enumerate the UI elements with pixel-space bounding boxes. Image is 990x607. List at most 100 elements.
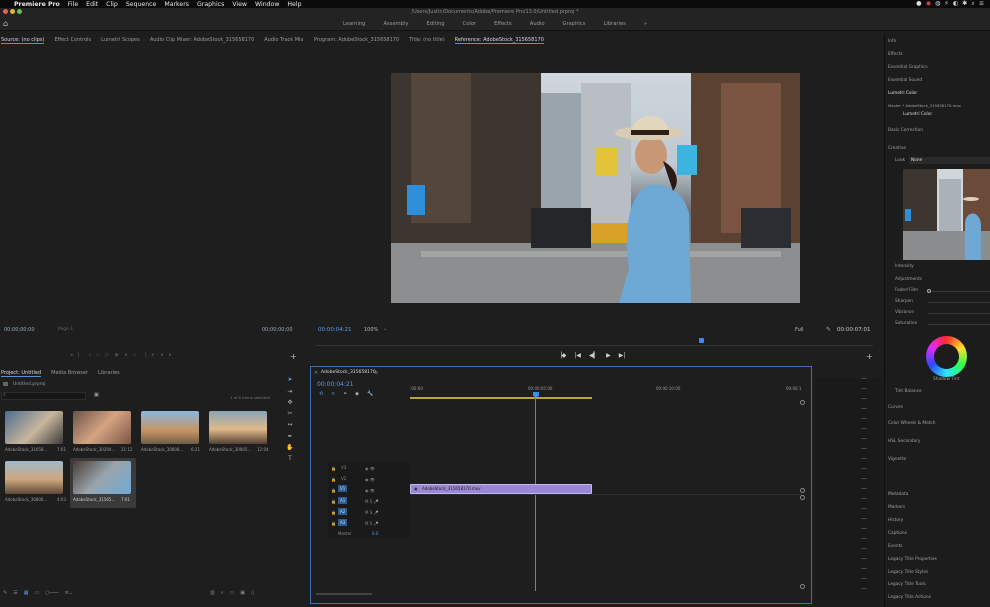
tab-effect-controls[interactable]: Effect Controls	[54, 37, 91, 44]
section-hsl-secondary[interactable]: HSL Secondary	[888, 439, 920, 444]
status-icon[interactable]: ⚡	[944, 0, 948, 8]
program-quality-select[interactable]: Full	[795, 327, 804, 333]
look-preview-image[interactable]	[903, 169, 990, 260]
clip-thumbnail[interactable]	[141, 411, 199, 444]
clip-thumbnail[interactable]	[73, 411, 131, 444]
tab-libraries[interactable]: Libraries	[98, 370, 120, 377]
spotlight-icon[interactable]: ⌕	[971, 0, 974, 8]
source-page-select[interactable]: Page 1	[58, 327, 73, 332]
tab-reference[interactable]: Reference: AdobeStock_315658170	[454, 37, 544, 44]
timeline-menu-icon[interactable]: ≡	[374, 370, 378, 376]
trash-icon[interactable]: ▯	[251, 590, 254, 596]
timeline-tab[interactable]: AdobeStock_315658170	[321, 370, 376, 375]
home-icon[interactable]: ⌂	[3, 19, 8, 28]
snap-icon[interactable]: ∩	[331, 391, 335, 397]
adjustments-toggle[interactable]: Adjustments	[895, 277, 922, 282]
timeline-clip[interactable]: ▣ AdobeStock_315658170.mov	[410, 484, 592, 494]
tab-lumetri-scopes[interactable]: Lumetri Scopes	[101, 37, 140, 44]
new-bin-icon[interactable]: ▭	[230, 590, 235, 596]
linked-selection-icon[interactable]: ⚭	[343, 391, 347, 397]
menu-window[interactable]: Window	[255, 1, 279, 8]
step-back-icon[interactable]: |◀	[574, 352, 581, 359]
status-icon[interactable]: ✱	[962, 0, 967, 8]
track-v3-label[interactable]: V3	[341, 465, 346, 470]
play-back-icon[interactable]: ◀▎	[589, 352, 598, 359]
panel-effects[interactable]: Effects	[888, 52, 903, 57]
sort-icon[interactable]: ≡⌄	[65, 590, 73, 596]
timeline-timecode[interactable]: 00:00:04:21	[317, 381, 354, 388]
timeline-horizontal-scroll[interactable]	[316, 593, 372, 595]
clip-thumbnail[interactable]	[5, 411, 63, 444]
faded-film-knob[interactable]	[927, 289, 931, 293]
program-playhead[interactable]	[699, 338, 704, 343]
slip-tool-icon[interactable]: ↔	[286, 421, 294, 429]
vibrance-slider[interactable]	[928, 313, 990, 314]
workspace-color[interactable]: Color	[463, 21, 477, 27]
tab-audio-clip-mixer[interactable]: Audio Clip Mixer: AdobeStock_315658170	[150, 37, 254, 44]
status-icon[interactable]: ●	[916, 0, 921, 8]
workspace-libraries[interactable]: Libraries	[603, 21, 625, 27]
panel-essential-graphics[interactable]: Essential Graphics	[888, 65, 928, 70]
panel-history[interactable]: History	[888, 518, 903, 523]
close-window-button[interactable]	[3, 9, 8, 14]
workspace-assembly[interactable]: Assembly	[383, 21, 408, 27]
section-creative[interactable]: Creative	[888, 146, 906, 151]
program-add-button[interactable]: +	[866, 352, 873, 361]
workspace-editing[interactable]: Editing	[427, 21, 445, 27]
nest-icon[interactable]: ⟲	[319, 391, 323, 397]
section-basic-correction[interactable]: Basic Correction	[888, 128, 923, 133]
timeline-work-area-bar[interactable]	[410, 397, 592, 399]
look-select[interactable]: None	[909, 157, 990, 164]
panel-metadata[interactable]: Metadata	[888, 492, 908, 497]
menu-help[interactable]: Help	[287, 1, 301, 8]
scroll-knob-top[interactable]	[800, 400, 805, 405]
zoom-window-button[interactable]	[17, 9, 22, 14]
workspace-overflow[interactable]: »	[644, 21, 647, 27]
step-forward-icon[interactable]: ▶|	[619, 352, 626, 359]
ripple-edit-icon[interactable]: ✥	[286, 399, 294, 407]
panel-legacy-title-actions[interactable]: Legacy Title Actions	[888, 595, 931, 600]
automate-icon[interactable]: ▥	[210, 590, 215, 596]
timeline-vertical-scroll[interactable]	[800, 400, 806, 590]
insert-marker-icon[interactable]: ▕◆	[557, 352, 566, 359]
menu-edit[interactable]: Edit	[86, 1, 98, 8]
scroll-knob-mid[interactable]	[800, 488, 805, 493]
menu-view[interactable]: View	[232, 1, 247, 8]
play-icon[interactable]: ▶	[606, 352, 611, 359]
freeform-view-icon[interactable]: ▭	[34, 590, 39, 596]
panel-legacy-title-styles[interactable]: Legacy Title Styles	[888, 570, 928, 575]
chevron-down-icon[interactable]: ⌄	[383, 326, 387, 332]
workspace-learning[interactable]: Learning	[343, 21, 366, 27]
menu-file[interactable]: File	[68, 1, 78, 8]
program-scrub-bar[interactable]	[316, 345, 873, 346]
panel-info[interactable]: Info	[888, 39, 896, 44]
section-curves[interactable]: Curves	[888, 405, 903, 410]
panel-essential-sound[interactable]: Essential Sound	[888, 78, 922, 83]
track-v2-label[interactable]: V2	[341, 476, 346, 481]
minimize-window-button[interactable]	[10, 9, 15, 14]
panel-events[interactable]: Events	[888, 544, 903, 549]
workspace-graphics[interactable]: Graphics	[563, 21, 586, 27]
program-zoom-select[interactable]: 100%	[364, 327, 378, 333]
type-tool-icon[interactable]: T	[286, 455, 294, 463]
tab-title[interactable]: Title: (no title)	[409, 37, 444, 44]
menu-sequence[interactable]: Sequence	[126, 1, 157, 8]
scroll-knob-bottom[interactable]	[800, 584, 805, 589]
section-color-wheels[interactable]: Color Wheels & Match	[888, 421, 935, 426]
panel-markers[interactable]: Markers	[888, 505, 905, 510]
app-menu[interactable]: Premiere Pro	[14, 1, 60, 8]
panel-lumetri-color[interactable]: Lumetri Color	[888, 91, 917, 96]
project-search-input[interactable]	[1, 392, 86, 400]
new-bin-from-search-icon[interactable]: ▣	[94, 392, 99, 398]
notification-icon[interactable]: ≡	[979, 0, 984, 8]
settings-wrench-icon[interactable]: ✎	[826, 326, 831, 333]
status-icon[interactable]: ◍	[935, 0, 940, 8]
menu-clip[interactable]: Clip	[106, 1, 118, 8]
sharpen-slider[interactable]	[928, 302, 990, 303]
find-icon[interactable]: ⌕	[221, 590, 224, 596]
menu-markers[interactable]: Markers	[164, 1, 189, 8]
track-select-icon[interactable]: ⇥	[286, 388, 294, 396]
scroll-knob-mid2[interactable]	[800, 495, 805, 500]
timeline-settings-icon[interactable]: 🔧	[367, 391, 373, 397]
hand-tool-icon[interactable]: ✋	[286, 444, 294, 452]
